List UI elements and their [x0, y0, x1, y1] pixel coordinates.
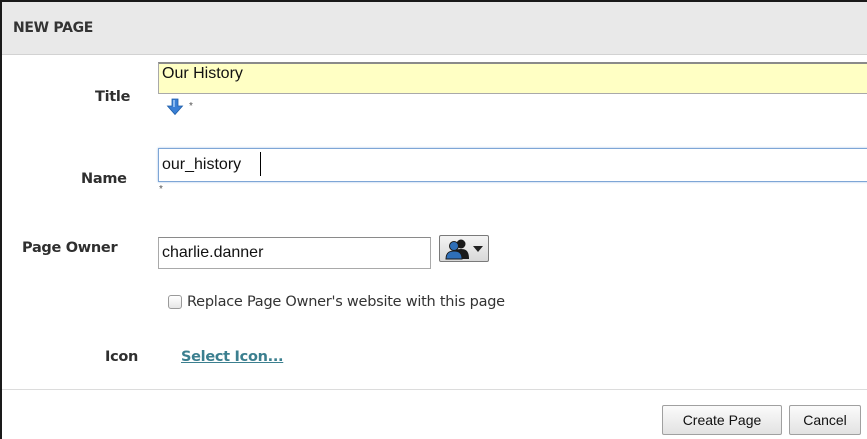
chevron-down-icon — [473, 246, 483, 252]
people-icon — [445, 238, 471, 265]
new-page-dialog: NEW PAGE Title * Name * Page Owner Repla… — [0, 0, 867, 439]
text-caret — [260, 152, 261, 176]
replace-website-checkbox[interactable] — [168, 295, 182, 309]
dialog-header: NEW PAGE — [2, 2, 867, 55]
name-input[interactable] — [158, 148, 867, 182]
select-icon-link[interactable]: Select Icon... — [181, 349, 284, 365]
replace-website-label: Replace Page Owner's website with this p… — [187, 294, 505, 310]
title-required-mark: * — [189, 101, 193, 112]
dialog-title: NEW PAGE — [13, 20, 94, 36]
name-required-mark: * — [159, 184, 163, 195]
title-label: Title — [95, 89, 131, 105]
page-owner-input[interactable] — [158, 237, 431, 269]
arrow-down-icon[interactable] — [166, 98, 184, 116]
create-page-button[interactable]: Create Page — [662, 405, 782, 435]
user-picker-button[interactable] — [439, 235, 489, 262]
title-input[interactable] — [158, 62, 867, 94]
cancel-button[interactable]: Cancel — [789, 405, 861, 435]
icon-label: Icon — [105, 349, 139, 365]
name-label: Name — [81, 171, 127, 187]
page-owner-label: Page Owner — [22, 240, 118, 256]
footer-divider — [2, 389, 867, 390]
